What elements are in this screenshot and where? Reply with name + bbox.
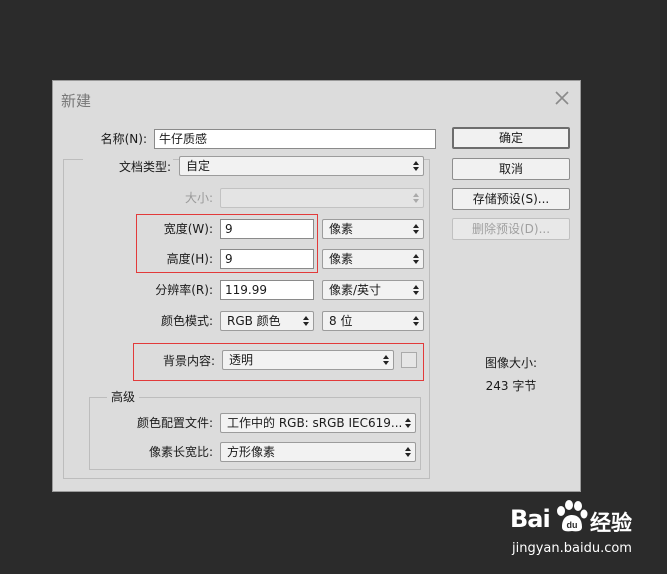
watermark-url: jingyan.baidu.com (512, 541, 632, 556)
ok-button[interactable]: 确定 (452, 127, 570, 149)
image-size-label: 图像大小: (484, 356, 538, 370)
updown-arrow-icon (303, 316, 309, 326)
width-input[interactable]: 9 (220, 219, 314, 239)
updown-arrow-icon (413, 193, 419, 203)
updown-arrow-icon (413, 316, 419, 326)
name-input[interactable]: 牛仔质感 (154, 129, 436, 149)
paw-logo-icon: du (557, 500, 588, 532)
height-unit-select[interactable]: 像素 (322, 249, 424, 269)
watermark-brand2: 经验 (590, 511, 632, 535)
size-select (220, 188, 424, 208)
pixel-aspect-label: 像素长宽比: (148, 445, 213, 459)
updown-arrow-icon (405, 418, 411, 428)
resolution-input[interactable]: 119.99 (220, 280, 314, 300)
svg-text:du: du (567, 520, 578, 530)
background-color-swatch[interactable] (401, 352, 417, 368)
color-profile-select[interactable]: 工作中的 RGB: sRGB IEC619... (220, 413, 416, 433)
image-size-value: 243 字节 (485, 379, 537, 393)
color-profile-label: 颜色配置文件: (136, 416, 213, 430)
resolution-label: 分辨率(R): (155, 283, 213, 297)
bit-depth-select[interactable]: 8 位 (322, 311, 424, 331)
updown-arrow-icon (413, 254, 419, 264)
background-select[interactable]: 透明 (222, 350, 394, 370)
doc-type-select[interactable]: 自定 (179, 156, 424, 176)
resolution-unit-value: 像素/英寸 (329, 283, 382, 297)
height-unit-value: 像素 (329, 252, 354, 266)
pixel-aspect-value: 方形像素 (227, 445, 276, 459)
width-label: 宽度(W): (163, 222, 213, 236)
cancel-button[interactable]: 取消 (452, 158, 570, 180)
resolution-unit-select[interactable]: 像素/英寸 (322, 280, 424, 300)
color-mode-value: RGB 颜色 (227, 314, 281, 328)
new-document-dialog: 新建 名称(N): 牛仔质感 文档类型: 自定 大小: 宽度(W): 9 像素 … (52, 80, 581, 492)
close-icon[interactable] (552, 88, 572, 108)
width-unit-value: 像素 (329, 222, 354, 236)
doc-type-label: 文档类型: (83, 159, 173, 175)
delete-preset-button: 删除预设(D)... (452, 218, 570, 240)
updown-arrow-icon (413, 285, 419, 295)
watermark-brand: Bai (510, 505, 551, 533)
save-preset-button[interactable]: 存储预设(S)... (452, 188, 570, 210)
height-label: 高度(H): (166, 252, 213, 266)
size-label: 大小: (184, 191, 213, 205)
color-mode-label: 颜色模式: (160, 314, 213, 328)
color-mode-select[interactable]: RGB 颜色 (220, 311, 314, 331)
width-unit-select[interactable]: 像素 (322, 219, 424, 239)
advanced-label: 高级 (107, 389, 140, 405)
bit-depth-value: 8 位 (329, 314, 353, 328)
updown-arrow-icon (413, 161, 419, 171)
dialog-title: 新建 (61, 92, 92, 110)
updown-arrow-icon (405, 447, 411, 457)
updown-arrow-icon (413, 224, 419, 234)
color-profile-value: 工作中的 RGB: sRGB IEC619... (227, 416, 403, 430)
updown-arrow-icon (383, 355, 389, 365)
height-input[interactable]: 9 (220, 249, 314, 269)
doc-type-value: 自定 (186, 159, 211, 173)
name-label: 名称(N): (100, 132, 147, 146)
background-value: 透明 (229, 353, 254, 367)
pixel-aspect-select[interactable]: 方形像素 (220, 442, 416, 462)
background-label: 背景内容: (162, 354, 215, 368)
